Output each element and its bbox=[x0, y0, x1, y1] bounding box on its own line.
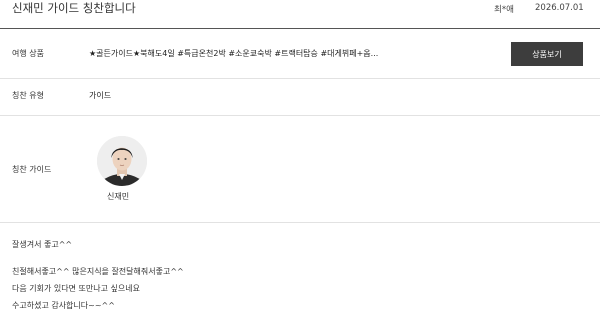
content-line: 친절해서좋고^^ 많은지식을 잘전달해줘서좋고^^ bbox=[12, 267, 184, 276]
row-divider bbox=[0, 78, 600, 79]
product-value: ★골든가이드★북해도4일 #특급온천2박 #소운쿄숙박 #트랙터탑승 #대게뷔페… bbox=[89, 49, 379, 58]
row-divider bbox=[0, 115, 600, 116]
post-author: 최*애 bbox=[494, 5, 514, 15]
praise-guide-label: 칭찬 가이드 bbox=[12, 165, 52, 174]
content-line: 수고하셨고 감사합니다~~^^ bbox=[12, 301, 115, 310]
product-label: 여행 상품 bbox=[12, 49, 44, 58]
header-divider bbox=[0, 28, 600, 29]
person-photo-icon bbox=[97, 136, 147, 186]
content-line: 잘생겨서 좋고^^ bbox=[12, 240, 73, 249]
post-header: 신재민 가이드 칭찬합니다 최*애 2026.07.01 bbox=[0, 0, 600, 28]
content-line: 다음 기회가 있다면 또만나고 싶으네요 bbox=[12, 284, 140, 293]
view-product-button[interactable]: 상품보기 bbox=[511, 42, 583, 66]
guide-name: 신재민 bbox=[107, 192, 130, 201]
row-divider bbox=[0, 222, 600, 223]
praise-type-value: 가이드 bbox=[89, 91, 112, 100]
guide-avatar bbox=[97, 136, 147, 186]
praise-type-label: 칭찬 유형 bbox=[12, 91, 44, 100]
post-title: 신재민 가이드 칭찬합니다 bbox=[12, 1, 136, 15]
post-date: 2026.07.01 bbox=[535, 3, 584, 13]
